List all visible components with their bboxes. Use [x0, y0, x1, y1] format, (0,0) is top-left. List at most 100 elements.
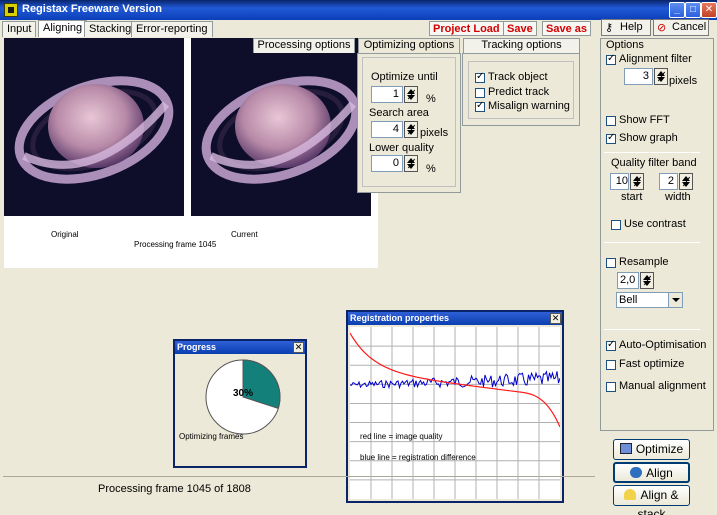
- optimize-until-label: Optimize until: [371, 71, 438, 83]
- width-field[interactable]: 2: [659, 173, 678, 190]
- resample-checkbox[interactable]: [606, 258, 616, 268]
- processing-caption: Processing frame 1045: [134, 240, 217, 249]
- use-contrast-label: Use contrast: [624, 218, 686, 230]
- fast-optimize-checkbox[interactable]: [606, 360, 616, 370]
- options-separator: [604, 242, 700, 243]
- options-title: Options: [605, 39, 645, 51]
- alignment-filter-label: Alignment filter: [619, 53, 692, 65]
- cancel-icon: ⊘: [657, 22, 667, 34]
- options-separator: [604, 329, 700, 330]
- track-object-label: Track object: [488, 71, 548, 83]
- options-separator: [604, 152, 700, 153]
- show-fft-label: Show FFT: [619, 114, 670, 126]
- app-icon: [4, 3, 18, 17]
- progress-status: Optimizing frames: [179, 432, 244, 441]
- track-object-checkbox[interactable]: [475, 71, 485, 83]
- red-legend: red line = image quality: [360, 432, 443, 441]
- start-label: start: [621, 191, 643, 203]
- registration-window[interactable]: Registration properties ✕ red line = ima…: [346, 310, 564, 503]
- quality-band-title: Quality filter band: [611, 157, 697, 169]
- status-text: Processing frame 1045 of 1808: [98, 483, 251, 495]
- start-spinner[interactable]: [630, 173, 644, 190]
- align-stack-button[interactable]: Align & stack: [613, 485, 690, 515]
- alignment-filter-spinner[interactable]: [654, 68, 668, 85]
- tab-input[interactable]: Input: [2, 21, 37, 37]
- manual-alignment-label: Manual alignment: [619, 380, 706, 392]
- optimizing-options-panel: Optimize until 1 % Search area 4 pixels …: [357, 53, 461, 193]
- optimize-until-unit: %: [426, 93, 436, 105]
- auto-optimisation-checkbox[interactable]: [606, 339, 616, 351]
- tab-tracking-options[interactable]: Tracking options: [463, 38, 580, 53]
- progress-percent: 30%: [233, 388, 254, 399]
- status-bar: Processing frame 1045 of 1808: [3, 476, 595, 502]
- lower-quality-unit: %: [426, 163, 436, 175]
- help-button[interactable]: ⚷ Help: [601, 19, 651, 36]
- align-button[interactable]: Align: [613, 462, 690, 483]
- search-area-spinner[interactable]: [404, 121, 418, 138]
- optimize-until-spinner[interactable]: [404, 86, 418, 103]
- lower-quality-label: Lower quality: [369, 142, 434, 154]
- predict-track-label: Predict track: [488, 86, 550, 98]
- alignment-filter-checkbox[interactable]: [606, 53, 616, 65]
- resample-spinner[interactable]: [640, 272, 654, 289]
- tab-error-reporting[interactable]: Error-reporting: [131, 21, 213, 37]
- show-graph-checkbox[interactable]: [606, 132, 616, 144]
- optimize-button[interactable]: Optimize: [613, 439, 690, 460]
- width-label: width: [665, 191, 691, 203]
- misalign-warning-label: Misalign warning: [488, 100, 570, 112]
- chart-icon: [619, 443, 632, 454]
- project-load-button[interactable]: Project Load: [429, 21, 504, 36]
- tracking-options-panel: Track object Predict track Misalign warn…: [462, 53, 580, 126]
- fast-optimize-label: Fast optimize: [619, 358, 685, 370]
- original-caption: Original: [51, 230, 79, 239]
- search-area-label: Search area: [369, 107, 429, 119]
- search-area-field[interactable]: 4: [371, 121, 403, 138]
- use-contrast-checkbox[interactable]: [611, 220, 621, 230]
- current-image: [191, 38, 371, 216]
- progress-title: Progress ✕: [175, 341, 305, 354]
- alignment-filter-unit: pixels: [669, 75, 698, 87]
- cancel-button[interactable]: ⊘ Cancel: [653, 19, 709, 36]
- save-button[interactable]: Save: [503, 21, 537, 36]
- close-icon[interactable]: ✕: [550, 313, 561, 324]
- title-bar: Registax Freeware Version _ □ ✕: [0, 0, 717, 20]
- resample-label: Resample: [619, 256, 669, 268]
- resample-field[interactable]: 2,0: [617, 272, 639, 289]
- save-as-button[interactable]: Save as: [542, 21, 591, 36]
- tab-aligning[interactable]: Aligning: [38, 20, 88, 37]
- maximize-button[interactable]: □: [685, 2, 701, 18]
- auto-optimisation-label: Auto-Optimisation: [619, 339, 707, 351]
- image-panel: Original Current Processing frame 1045: [4, 38, 378, 268]
- registration-graph: [350, 327, 560, 499]
- tab-stacking[interactable]: Stacking: [84, 21, 137, 37]
- optimize-until-field[interactable]: 1: [371, 86, 403, 103]
- start-field[interactable]: 10: [610, 173, 629, 190]
- resample-filter-select[interactable]: Bell: [616, 292, 683, 308]
- registration-title: Registration properties ✕: [348, 312, 562, 325]
- lower-quality-field[interactable]: 0: [371, 155, 403, 172]
- search-area-unit: pixels: [420, 127, 449, 139]
- lower-quality-spinner[interactable]: [404, 155, 418, 172]
- predict-track-checkbox[interactable]: [475, 88, 485, 98]
- manual-alignment-checkbox[interactable]: [606, 382, 616, 392]
- alignment-filter-field[interactable]: 3: [624, 68, 653, 85]
- show-graph-label: Show graph: [619, 132, 678, 144]
- blue-legend: blue line = registration difference: [360, 453, 476, 462]
- original-image: [4, 38, 184, 216]
- width-spinner[interactable]: [679, 173, 693, 190]
- help-icon: ⚷: [605, 22, 614, 34]
- chevron-down-icon[interactable]: [668, 293, 682, 307]
- bulb-icon: [624, 489, 637, 500]
- close-window-button[interactable]: ✕: [701, 2, 717, 18]
- minimize-button[interactable]: _: [669, 2, 685, 18]
- tab-processing-options[interactable]: Processing options: [253, 38, 355, 53]
- tab-optimizing-options[interactable]: Optimizing options: [358, 38, 460, 54]
- progress-window[interactable]: Progress ✕ 30% Optimizing frames: [173, 339, 307, 468]
- options-panel: Options Alignment filter 3 pixels Show F…: [600, 38, 714, 431]
- misalign-warning-checkbox[interactable]: [475, 100, 485, 112]
- current-caption: Current: [231, 230, 258, 239]
- align-icon: [630, 467, 643, 478]
- window-title: Registax Freeware Version: [22, 3, 163, 15]
- show-fft-checkbox[interactable]: [606, 116, 616, 126]
- close-icon[interactable]: ✕: [293, 342, 304, 353]
